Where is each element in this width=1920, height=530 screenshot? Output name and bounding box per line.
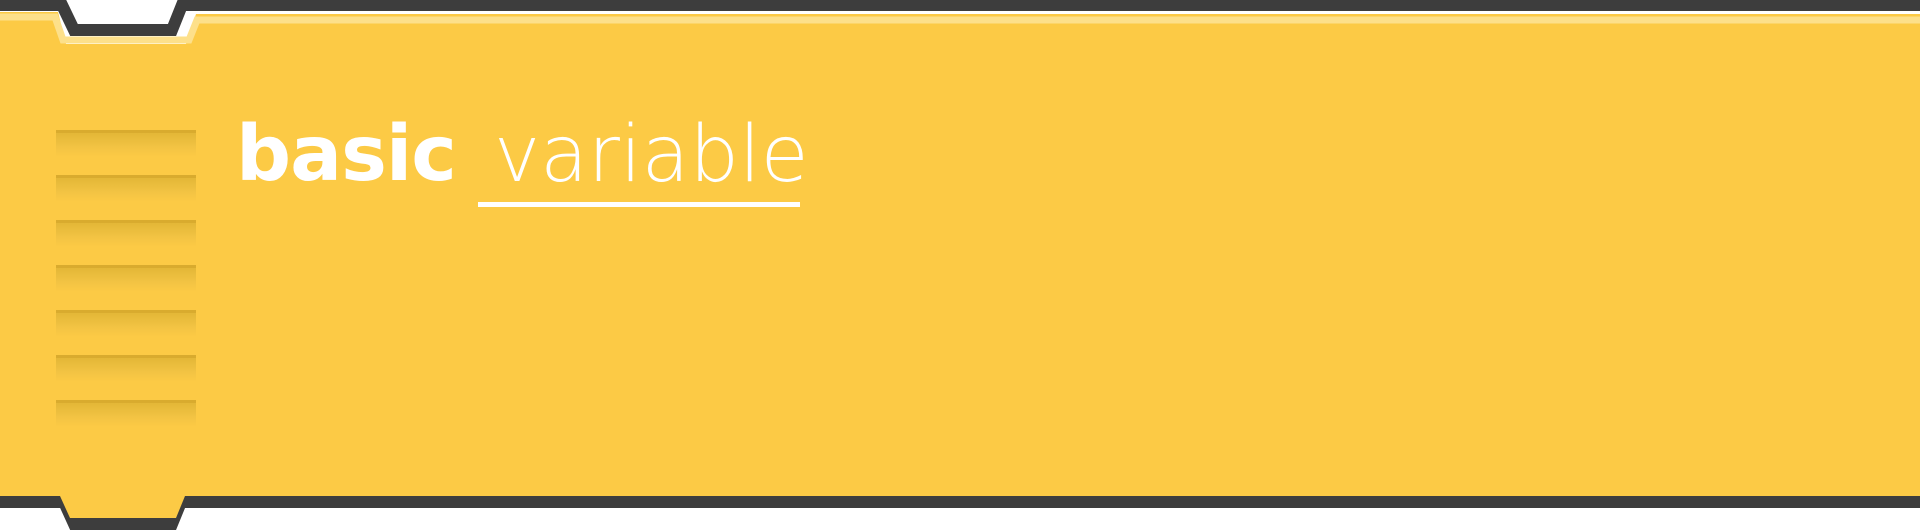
drag-handle-row	[56, 265, 196, 310]
drag-handle-row	[56, 220, 196, 265]
drag-handle-row	[56, 175, 196, 220]
block-bottom-outline	[0, 496, 1920, 530]
block-keyword: basic	[236, 110, 457, 199]
drag-handle-row	[56, 400, 196, 445]
block-label-row: basic variable	[236, 102, 809, 212]
drag-handle[interactable]	[56, 130, 196, 445]
block-bottom-tab	[60, 496, 185, 518]
drag-handle-row	[56, 355, 196, 400]
variable-name-field[interactable]: variable	[477, 102, 809, 207]
block-body	[0, 12, 1920, 497]
code-block-canvas: basic variable	[0, 0, 1920, 530]
variable-block-shape[interactable]	[0, 0, 1920, 530]
drag-handle-row	[56, 310, 196, 355]
drag-handle-row	[56, 130, 196, 175]
variable-name-text: variable	[493, 110, 809, 200]
